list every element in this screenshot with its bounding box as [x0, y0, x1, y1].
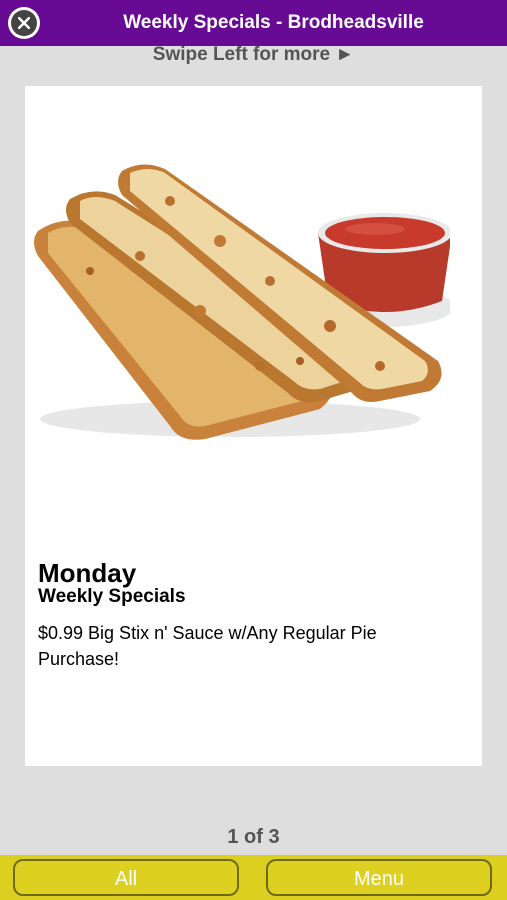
page-indicator: 1 of 3 [227, 826, 280, 848]
special-card[interactable]: Monday Weekly Specials $0.99 Big Stix n'… [25, 86, 482, 766]
page-title: Weekly Specials - Brodheadsville [123, 12, 424, 33]
all-button[interactable]: All [13, 859, 239, 896]
menu-button[interactable]: Menu [266, 859, 492, 896]
special-description: $0.99 Big Stix n' Sauce w/Any Regular Pi… [38, 623, 377, 669]
day-title: Monday [38, 558, 137, 588]
breadsticks-with-sauce-image [34, 164, 450, 440]
special-subtitle: Weekly Specials [38, 586, 186, 607]
close-button[interactable] [8, 7, 40, 39]
footer-bar: All Menu [0, 855, 507, 900]
swipe-hint: Swipe Left for more ► [152, 44, 355, 65]
close-icon [11, 10, 37, 36]
header-bar: Weekly Specials - Brodheadsville [0, 0, 507, 46]
